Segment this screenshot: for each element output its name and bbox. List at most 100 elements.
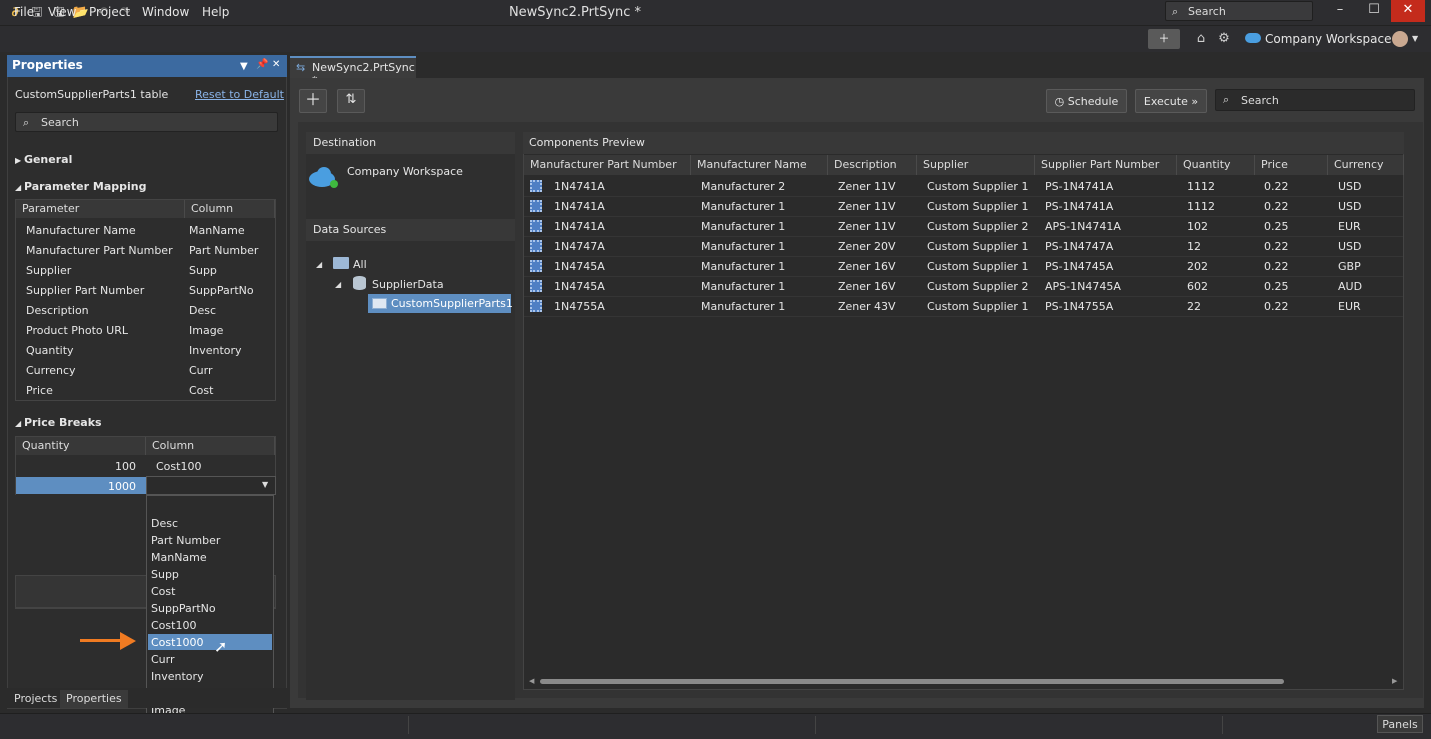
param-header[interactable]: Parameter	[16, 200, 185, 218]
destination-label: Destination	[306, 132, 515, 154]
properties-search-input[interactable]: ⌕ Search	[15, 112, 278, 132]
scroll-left-icon[interactable]: ◀	[529, 677, 534, 685]
panels-button[interactable]: Panels	[1377, 715, 1423, 733]
add-button[interactable]: ＋	[299, 89, 327, 113]
param-column-cell[interactable]: Inventory	[189, 344, 242, 357]
dropdown-option[interactable]: Inventory	[151, 670, 204, 683]
properties-search-placeholder: Search	[41, 116, 79, 129]
maximize-button[interactable]: ☐	[1357, 0, 1391, 22]
avatar-chevron-down-icon[interactable]: ▼	[1412, 34, 1418, 43]
param-column-cell[interactable]: Cost	[189, 384, 213, 397]
param-name-cell[interactable]: Quantity	[26, 344, 74, 357]
dropdown-option[interactable]: Desc	[151, 517, 178, 530]
pb-quantity-cell[interactable]: 1000	[16, 480, 136, 493]
column-header[interactable]: Column	[185, 200, 275, 218]
search-icon: ⌕	[1223, 93, 1230, 106]
pb-quantity-cell[interactable]: 100	[16, 460, 136, 473]
pin-icon[interactable]: 📌	[256, 59, 268, 70]
column-header[interactable]: Manufacturer Part Number	[524, 155, 691, 175]
dropdown-option[interactable]: ManName	[151, 551, 207, 564]
tree-item-all[interactable]: All	[353, 258, 367, 271]
chevron-down-icon[interactable]: ▼	[262, 480, 268, 489]
menu-window[interactable]: Window	[142, 5, 189, 19]
document-tab[interactable]: ⇆NewSync2.PrtSync *	[290, 56, 416, 87]
sync-button[interactable]: ⇅	[337, 89, 365, 113]
dropdown-option[interactable]: Part Number	[151, 534, 220, 547]
workspace-name[interactable]: Company Workspace	[1265, 32, 1392, 46]
tree-collapse-icon[interactable]: ◢	[335, 280, 341, 289]
home-icon[interactable]: ⌂	[1192, 30, 1210, 48]
param-name-cell[interactable]: Product Photo URL	[26, 324, 128, 337]
table-cell: Zener 16V	[838, 280, 896, 293]
param-name-cell[interactable]: Description	[26, 304, 89, 317]
component-icon	[530, 300, 542, 312]
global-search-input[interactable]: ⌕ Search	[1165, 1, 1313, 21]
column-header[interactable]: Supplier Part Number	[1035, 155, 1177, 175]
tab-projects[interactable]: Projects	[8, 690, 63, 708]
data-sources-label: Data Sources	[306, 219, 515, 241]
horizontal-scrollbar[interactable]	[540, 679, 1284, 684]
section-price-breaks[interactable]: ◢ Price Breaks	[15, 416, 102, 429]
menu-help[interactable]: Help	[202, 5, 229, 19]
tree-collapse-icon[interactable]: ◢	[316, 260, 322, 269]
param-column-cell[interactable]: Curr	[189, 364, 213, 377]
dropdown-option[interactable]: Supp	[151, 568, 179, 581]
param-column-cell[interactable]: ManName	[189, 224, 245, 237]
column-header[interactable]: Supplier	[917, 155, 1035, 175]
menu-project[interactable]: Project	[89, 5, 130, 19]
comment-icon[interactable]: ＋	[1148, 29, 1180, 49]
tree-item-supplierdata[interactable]: SupplierData	[372, 278, 444, 291]
table-cell: Manufacturer 1	[701, 220, 786, 233]
global-search-placeholder: Search	[1188, 5, 1226, 18]
dropdown-option[interactable]: Curr	[151, 653, 175, 666]
column-header[interactable]: Currency	[1328, 155, 1404, 175]
component-icon	[530, 280, 542, 292]
pb-column-select[interactable]	[146, 476, 276, 495]
panel-menu-chevron-icon[interactable]: ▼	[240, 61, 248, 72]
param-column-cell[interactable]: Part Number	[189, 244, 258, 257]
destination-value[interactable]: Company Workspace	[347, 165, 463, 178]
folder-icon	[333, 257, 349, 269]
dropdown-option[interactable]: Cost1000	[151, 636, 203, 649]
pb-column-cell[interactable]: Cost100	[156, 460, 201, 473]
tab-properties[interactable]: Properties	[60, 690, 128, 708]
column-header[interactable]: Manufacturer Name	[691, 155, 828, 175]
column-header[interactable]: Description	[828, 155, 917, 175]
param-name-cell[interactable]: Supplier Part Number	[26, 284, 144, 297]
minimize-button[interactable]: –	[1323, 0, 1357, 22]
tree-item-customsupplierparts1[interactable]: CustomSupplierParts1	[391, 297, 513, 310]
section-parameter-mapping[interactable]: ◢ Parameter Mapping	[15, 180, 146, 193]
pb-column-header[interactable]: Column	[146, 437, 275, 455]
panel-close-icon[interactable]: ✕	[272, 59, 280, 70]
table-cell: Manufacturer 2	[701, 180, 786, 193]
reset-to-default-link[interactable]: Reset to Default	[195, 88, 284, 101]
menu-file[interactable]: File	[14, 5, 34, 19]
avatar[interactable]	[1392, 31, 1408, 47]
column-header[interactable]: Price	[1255, 155, 1328, 175]
gear-icon[interactable]: ⚙	[1215, 30, 1233, 48]
param-name-cell[interactable]: Supplier	[26, 264, 71, 277]
dropdown-option[interactable]: SuppPartNo	[151, 602, 216, 615]
section-general[interactable]: ▶ General	[15, 153, 72, 166]
dropdown-option[interactable]: Cost100	[151, 619, 196, 632]
schedule-button[interactable]: ◷ Schedule	[1046, 89, 1127, 113]
execute-button[interactable]: Execute »	[1135, 89, 1207, 113]
column-header[interactable]: Quantity	[1177, 155, 1255, 175]
menu-view[interactable]: View	[48, 5, 76, 19]
param-name-cell[interactable]: Manufacturer Part Number	[26, 244, 173, 257]
param-name-cell[interactable]: Manufacturer Name	[26, 224, 136, 237]
param-name-cell[interactable]: Price	[26, 384, 53, 397]
param-column-cell[interactable]: Image	[189, 324, 223, 337]
table-cell: 102	[1187, 220, 1208, 233]
table-cell: 0.22	[1264, 200, 1289, 213]
param-column-cell[interactable]: Supp	[189, 264, 217, 277]
table-cell: Custom Supplier 1	[927, 180, 1029, 193]
dropdown-option[interactable]: Cost	[151, 585, 175, 598]
param-name-cell[interactable]: Currency	[26, 364, 76, 377]
param-column-cell[interactable]: Desc	[189, 304, 216, 317]
scroll-right-icon[interactable]: ▶	[1392, 677, 1397, 685]
document-search-input[interactable]: ⌕ Search	[1215, 89, 1415, 111]
close-button[interactable]: ✕	[1391, 0, 1425, 22]
pb-quantity-header[interactable]: Quantity	[16, 437, 146, 455]
param-column-cell[interactable]: SuppPartNo	[189, 284, 254, 297]
